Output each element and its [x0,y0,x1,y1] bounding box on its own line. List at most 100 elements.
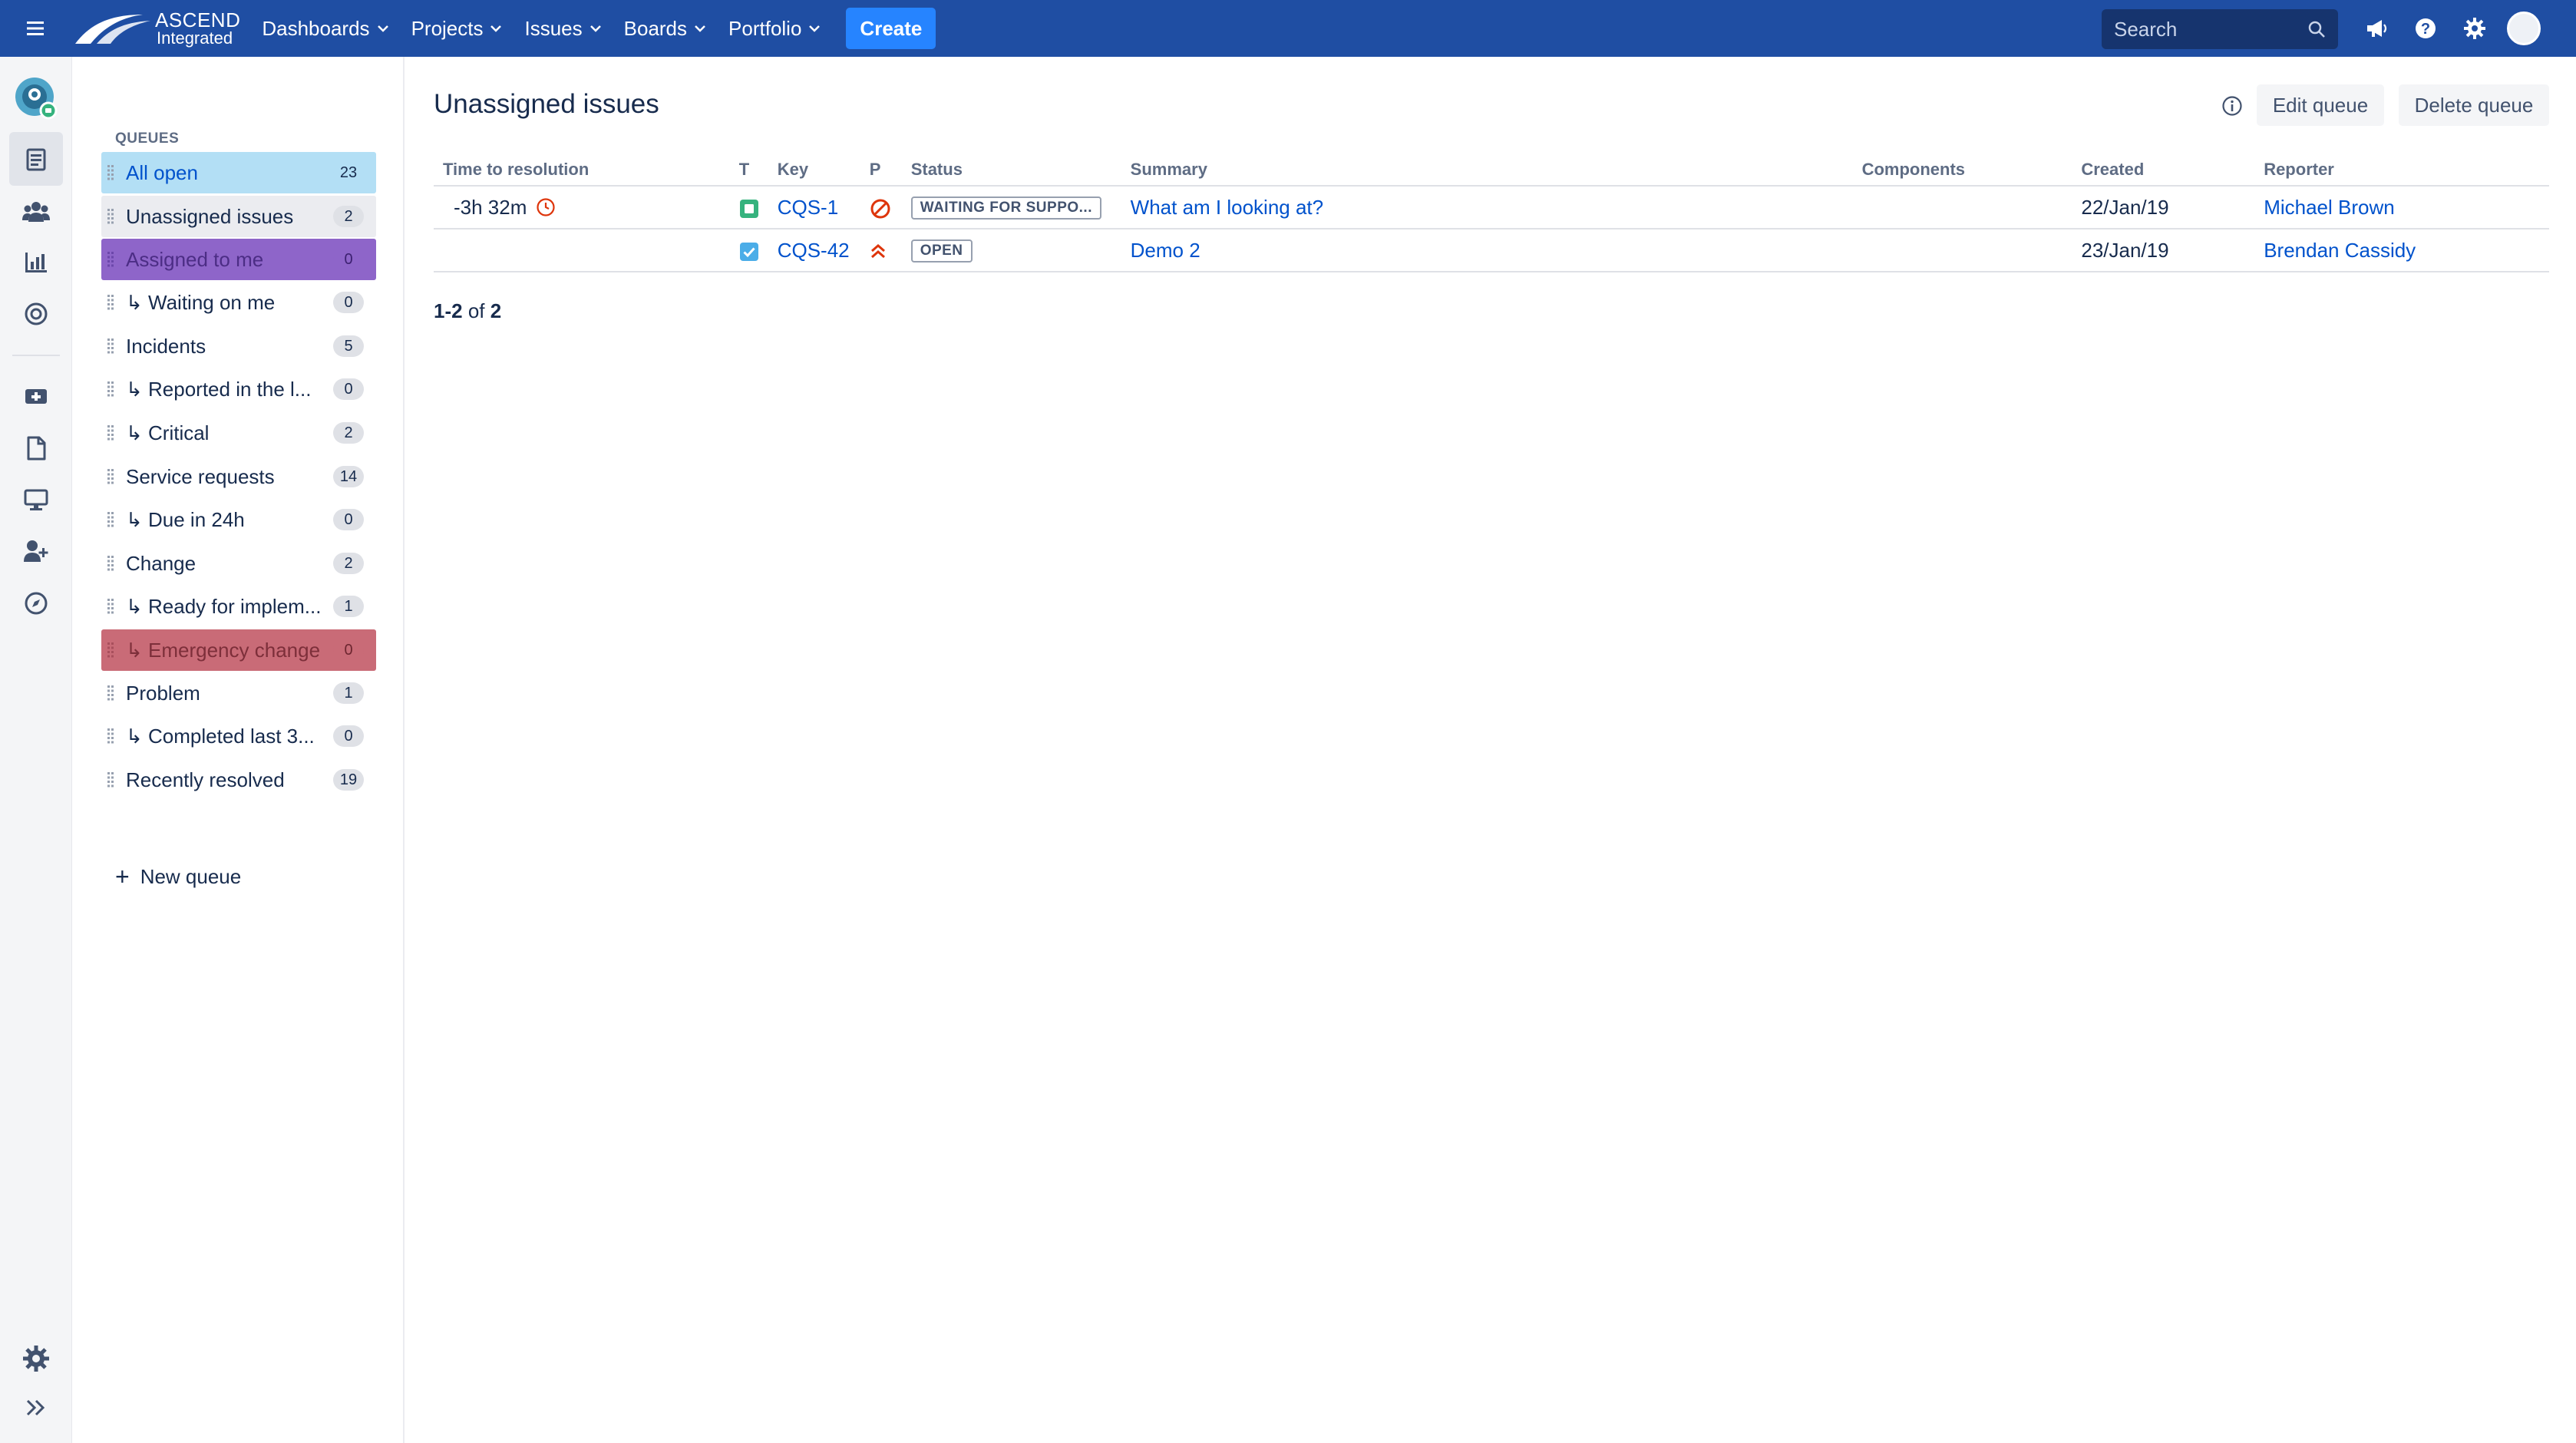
column-header-created[interactable]: Created [2072,154,2255,187]
knowledge-base-icon[interactable] [18,430,54,467]
drag-handle-icon[interactable] [101,512,120,527]
nav-projects[interactable]: Projects [411,0,502,57]
queue-item-change[interactable]: Change 2 [101,543,376,584]
drag-handle-icon[interactable] [101,599,120,614]
nav-boards-label: Boards [623,16,688,40]
channels-icon[interactable] [18,296,54,332]
drag-handle-icon[interactable] [101,642,120,658]
queue-count-badge: 14 [333,466,364,487]
search-icon[interactable] [2307,20,2326,38]
expand-sidebar-icon[interactable] [18,1389,54,1426]
queue-count-badge: 5 [333,335,364,357]
settings-gear-icon[interactable] [2450,0,2499,57]
nav-issues[interactable]: Issues [524,0,601,57]
drag-handle-icon[interactable] [101,381,120,397]
column-header-components[interactable]: Components [1852,154,2072,187]
issue-key-link[interactable]: CQS-42 [778,239,850,262]
drag-handle-icon[interactable] [101,772,120,788]
reporter-link[interactable]: Michael Brown [2264,196,2395,219]
queues-icon[interactable] [18,141,54,178]
issue-summary-link[interactable]: What am I looking at? [1131,196,1323,219]
column-header-type[interactable]: T [729,154,768,187]
ascend-integrated-logo[interactable]: ASCEND Integrated [74,0,240,57]
queue-item-unassigned-issues[interactable]: Unassigned issues 2 [101,196,376,237]
column-header-priority[interactable]: P [860,154,902,187]
queue-label: Incidents [126,334,206,358]
info-icon[interactable] [2218,92,2246,120]
queue-item-service-requests[interactable]: Service requests 14 [101,456,376,497]
help-icon[interactable]: ? [2401,0,2450,57]
column-header-status[interactable]: Status [901,154,1121,187]
main-content: Unassigned issues Edit queue Delete queu… [405,57,2576,1443]
reports-icon[interactable] [18,244,54,281]
queues-heading: QUEUES [115,130,180,147]
status-lozenge: WAITING FOR SUPPO... [910,196,1101,220]
queues-sidebar: QUEUES All open 23 Unassigned issues 2 A… [73,57,405,1443]
invite-team-icon[interactable] [18,533,54,570]
drag-handle-icon[interactable] [101,685,120,701]
reporter-link[interactable]: Brendan Cassidy [2264,239,2416,262]
column-header-summary[interactable]: Summary [1121,154,1853,187]
app-switcher-menu-icon[interactable] [0,0,71,57]
drag-handle-icon[interactable] [101,209,120,224]
queue-label: ↳ Critical [126,421,210,444]
page-title: Unassigned issues [434,89,659,119]
queue-count-badge: 19 [333,769,364,791]
column-header-reporter[interactable]: Reporter [2254,154,2549,187]
queue-item-recently-resolved[interactable]: Recently resolved 19 [101,759,376,801]
user-avatar[interactable] [2499,0,2548,57]
new-queue-button[interactable]: + New queue [115,864,241,889]
column-header-time-to-resolution[interactable]: Time to resolution [434,154,730,187]
logo-text-integrated: Integrated [157,28,233,48]
queue-item-assigned-to-me[interactable]: Assigned to me 0 [101,239,376,280]
drag-handle-icon[interactable] [101,728,120,744]
queue-item-critical[interactable]: ↳ Critical 2 [101,412,376,454]
drag-handle-icon[interactable] [101,252,120,267]
assets-icon[interactable] [18,481,54,518]
table-row[interactable]: -3h 32m CQS-1 WAITING FOR SUPPO... What … [434,186,2549,229]
queue-item-emergency-change[interactable]: ↳ Emergency change 0 [101,629,376,671]
queue-item-ready-for-implementation[interactable]: ↳ Ready for implem... 1 [101,586,376,627]
search-input[interactable] [2114,17,2298,41]
edit-queue-button[interactable]: Edit queue [2257,84,2384,126]
delete-queue-button[interactable]: Delete queue [2399,84,2549,126]
column-header-key[interactable]: Key [768,154,860,187]
avatar-image [2507,12,2541,45]
queue-count-badge: 23 [333,162,364,183]
queue-item-reported-in-the-last[interactable]: ↳ Reported in the l... 0 [101,368,376,410]
compass-icon[interactable] [18,585,54,622]
queue-item-due-in-24h[interactable]: ↳ Due in 24h 0 [101,499,376,540]
project-avatar[interactable] [15,77,58,120]
nav-portfolio[interactable]: Portfolio [728,0,821,57]
create-button[interactable]: Create [846,8,936,49]
queue-item-completed-last[interactable]: ↳ Completed last 3... 0 [101,715,376,757]
queue-item-all-open[interactable]: All open 23 [101,152,376,193]
raise-request-icon[interactable] [18,378,54,414]
issue-summary-link[interactable]: Demo 2 [1131,239,1200,262]
queue-item-incidents[interactable]: Incidents 5 [101,325,376,367]
pager-total: 2 [490,299,502,322]
table-row[interactable]: CQS-42 OPEN Demo 2 23/Jan/19 Brendan Cas… [434,229,2549,272]
issue-key-link[interactable]: CQS-1 [778,196,838,219]
drag-handle-icon[interactable] [101,338,120,354]
cell-components [1852,186,2072,229]
queue-item-problem[interactable]: Problem 1 [101,672,376,714]
queue-count-badge: 2 [333,206,364,227]
queue-label: Assigned to me [126,247,264,271]
project-settings-icon[interactable] [18,1340,54,1377]
megaphone-icon[interactable] [2352,0,2401,57]
cell-summary: Demo 2 [1121,229,1853,272]
drag-handle-icon[interactable] [101,556,120,571]
nav-boards[interactable]: Boards [624,0,705,57]
nav-dashboards[interactable]: Dashboards [262,0,388,57]
chevron-down-icon [590,25,601,32]
cell-status: WAITING FOR SUPPO... [901,186,1121,229]
cell-status: OPEN [901,229,1121,272]
drag-handle-icon[interactable] [101,425,120,441]
queue-item-waiting-on-me[interactable]: ↳ Waiting on me 0 [101,282,376,323]
customers-icon[interactable] [18,193,54,229]
drag-handle-icon[interactable] [101,295,120,310]
drag-handle-icon[interactable] [101,469,120,484]
drag-handle-icon[interactable] [101,165,120,180]
pager-from: 1 [434,299,445,322]
